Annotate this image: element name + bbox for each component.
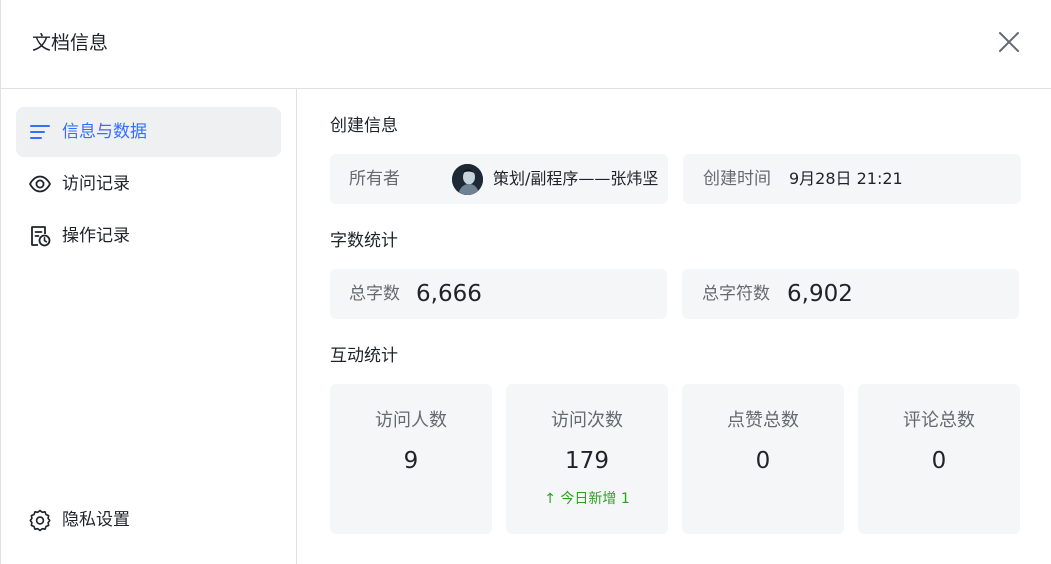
stat-value: 0	[755, 448, 771, 474]
sidebar-item-operation-records[interactable]: 操作记录	[16, 211, 281, 261]
char-count-card: 总字符数 6,902	[682, 269, 1019, 319]
word-count-key: 总字数	[349, 284, 400, 304]
stat-value: 179	[565, 448, 609, 474]
stat-value: 9	[403, 448, 419, 474]
close-icon	[999, 32, 1019, 52]
comments-stat: 评论总数 0	[858, 384, 1020, 534]
word-count-card: 总字数 6,666	[330, 269, 667, 319]
dialog-header: 文档信息	[1, 0, 1051, 89]
owner-name[interactable]: 策划/副程序——张炜坚	[493, 168, 658, 190]
created-time-value: 9月28日 21:21	[789, 169, 903, 188]
today-increase: ↑ 今日新增 1	[544, 491, 630, 507]
privacy-settings-label: 隐私设置	[62, 510, 130, 530]
char-count-key: 总字符数	[702, 284, 770, 304]
word-stats-title: 字数统计	[330, 231, 398, 251]
gear-icon	[28, 508, 52, 532]
stat-label: 点赞总数	[727, 410, 799, 431]
sidebar-item-label: 信息与数据	[62, 122, 147, 142]
owner-card: 所有者 策划/副程序——张炜坚	[330, 154, 668, 204]
dialog-title: 文档信息	[32, 32, 109, 54]
close-button[interactable]	[995, 28, 1023, 56]
owner-key: 所有者	[349, 169, 400, 189]
sidebar: 信息与数据 访问记录 操作记录 隐私设置	[1, 89, 297, 564]
interaction-stats-title: 互动统计	[330, 346, 398, 366]
list-icon	[28, 120, 52, 144]
stat-label: 访问次数	[551, 410, 623, 431]
visitors-stat: 访问人数 9	[330, 384, 492, 534]
stat-value: 0	[931, 448, 947, 474]
creation-info-title: 创建信息	[330, 116, 398, 136]
created-time-key: 创建时间	[703, 169, 771, 189]
sidebar-item-label: 操作记录	[62, 226, 130, 246]
visits-stat: 访问次数 179 ↑ 今日新增 1	[506, 384, 668, 534]
created-time-card: 创建时间 9月28日 21:21	[683, 154, 1021, 204]
sidebar-item-visit-records[interactable]: 访问记录	[16, 159, 281, 209]
history-doc-icon	[28, 224, 52, 248]
privacy-settings-button[interactable]: 隐私设置	[16, 495, 281, 545]
sidebar-item-label: 访问记录	[62, 174, 130, 194]
stat-label: 评论总数	[903, 410, 975, 431]
document-info-dialog: 文档信息 信息与数据 访问记录 操作记录 隐私设置 创建信息 所有者 策划/副程…	[0, 0, 1051, 564]
eye-icon	[28, 172, 52, 196]
likes-stat: 点赞总数 0	[682, 384, 844, 534]
info-panel: 创建信息 所有者 策划/副程序——张炜坚 创建时间 9月28日 21:21 字数…	[298, 89, 1051, 564]
stat-label: 访问人数	[375, 410, 447, 431]
avatar[interactable]	[452, 164, 483, 195]
char-count-value: 6,902	[787, 281, 853, 307]
sidebar-item-info-data[interactable]: 信息与数据	[16, 107, 281, 157]
word-count-value: 6,666	[416, 281, 482, 307]
